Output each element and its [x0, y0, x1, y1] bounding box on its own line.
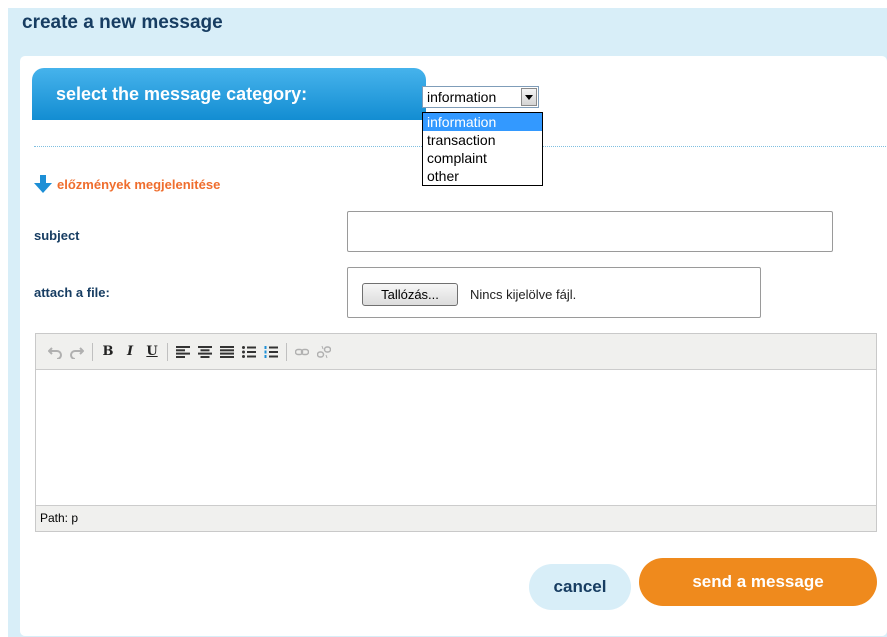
- chevron-down-icon[interactable]: [521, 88, 537, 106]
- toolbar-separator: [167, 342, 168, 361]
- category-option-information[interactable]: information: [423, 113, 542, 131]
- page-title: create a new message: [22, 12, 223, 33]
- undo-icon[interactable]: [44, 341, 66, 363]
- align-left-icon[interactable]: [172, 341, 194, 363]
- send-message-button[interactable]: send a message: [639, 558, 877, 606]
- bold-button[interactable]: B: [97, 341, 119, 363]
- toolbar-separator: [92, 342, 93, 361]
- cancel-button[interactable]: cancel: [529, 564, 631, 610]
- category-option-complaint[interactable]: complaint: [423, 149, 542, 167]
- attach-file-label: attach a file:: [34, 285, 110, 300]
- underline-button[interactable]: U: [141, 341, 163, 363]
- category-option-transaction[interactable]: transaction: [423, 131, 542, 149]
- browse-button[interactable]: Tallózás...: [362, 283, 458, 306]
- editor-content-area[interactable]: [36, 370, 876, 507]
- category-select-value: information: [427, 89, 497, 105]
- subject-label: subject: [34, 228, 80, 243]
- message-form-card: select the message category: information…: [20, 56, 887, 636]
- show-history-label: előzmények megjelenitése: [57, 176, 221, 192]
- message-panel: create a new message select the message …: [8, 8, 887, 637]
- no-file-text: Nincs kijelölve fájl.: [470, 287, 577, 302]
- show-history-link[interactable]: előzmények megjelenitése: [34, 174, 220, 194]
- toolbar-separator: [286, 342, 287, 361]
- align-justify-icon[interactable]: [216, 341, 238, 363]
- file-attach-field: Tallózás... Nincs kijelölve fájl.: [347, 267, 761, 318]
- message-editor: B I U Path: p: [35, 333, 877, 532]
- category-option-other[interactable]: other: [423, 167, 542, 185]
- numbered-list-icon[interactable]: [260, 341, 282, 363]
- category-tab-label: select the message category:: [32, 68, 426, 120]
- subject-input[interactable]: [347, 211, 833, 252]
- unlink-icon[interactable]: [313, 341, 335, 363]
- editor-status-path: Path: p: [36, 505, 876, 531]
- category-dropdown: information transaction complaint other: [422, 112, 543, 186]
- italic-button[interactable]: I: [119, 341, 141, 363]
- arrow-down-icon: [34, 175, 52, 193]
- link-icon[interactable]: [291, 341, 313, 363]
- editor-toolbar: B I U: [36, 334, 876, 370]
- bullet-list-icon[interactable]: [238, 341, 260, 363]
- redo-icon[interactable]: [66, 341, 88, 363]
- align-center-icon[interactable]: [194, 341, 216, 363]
- category-select[interactable]: information: [422, 86, 539, 108]
